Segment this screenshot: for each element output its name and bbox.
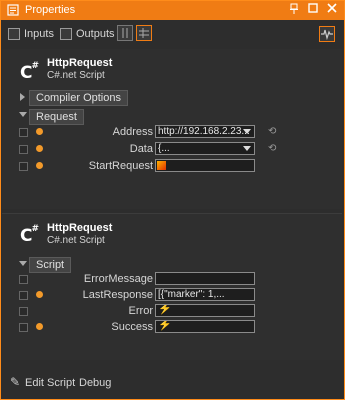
chevron-down-icon — [243, 129, 251, 134]
expose-checkbox[interactable] — [19, 145, 28, 154]
node-panel-script: C# HttpRequest C#.net Script Script Erro… — [2, 213, 342, 360]
inputs-label: Inputs — [24, 28, 54, 40]
edit-script-link[interactable]: Edit Script — [25, 377, 75, 389]
input-port-dot[interactable] — [36, 145, 43, 152]
expose-checkbox[interactable] — [19, 323, 28, 332]
expose-checkbox[interactable] — [19, 291, 28, 300]
columns-icon — [122, 28, 128, 38]
property-row-success: Success ⚡ — [2, 320, 342, 334]
expand-compiler-icon[interactable] — [20, 93, 25, 101]
script-section[interactable]: Script — [29, 257, 72, 273]
csharp-icon: C# — [20, 224, 40, 246]
success-event-field[interactable]: ⚡ — [155, 320, 255, 333]
address-dropdown[interactable]: http://192.168.2.23... — [155, 125, 255, 138]
outputs-toggle[interactable]: Outputs — [60, 26, 115, 42]
debug-monitor-button[interactable] — [319, 26, 335, 42]
lightning-icon: ⚡ — [158, 320, 172, 331]
title-bar[interactable]: Properties — [1, 1, 344, 20]
outputs-label: Outputs — [76, 28, 115, 40]
last-response-field[interactable]: [{"marker": 1,... — [155, 288, 255, 301]
property-row-startrequest: StartRequest — [2, 159, 342, 173]
property-label: Error — [128, 305, 153, 317]
reset-icon[interactable]: ⟲ — [268, 126, 276, 137]
debug-link[interactable]: Debug — [79, 377, 111, 389]
property-row-address: Address http://192.168.2.23... ⟲ — [2, 125, 342, 139]
lightning-icon: ⚡ — [158, 304, 172, 315]
outputs-icon — [60, 28, 72, 40]
trigger-icon — [157, 161, 166, 170]
property-label: Success — [111, 321, 153, 333]
compiler-options-section[interactable]: Compiler Options — [29, 90, 128, 106]
collapse-script-icon[interactable] — [19, 261, 27, 266]
pin-icon[interactable] — [287, 3, 301, 17]
chevron-down-icon — [243, 146, 251, 151]
csharp-icon: C# — [20, 61, 40, 83]
toolbar: Inputs Outputs — [1, 21, 344, 47]
node-panel-request: C# HttpRequest C#.net Script Compiler Op… — [2, 49, 342, 209]
property-row-errormessage: ErrorMessage — [2, 272, 342, 286]
start-request-trigger[interactable] — [155, 159, 255, 172]
output-port-dot[interactable] — [36, 291, 43, 298]
expose-checkbox[interactable] — [19, 307, 28, 316]
node-subtitle: C#.net Script — [47, 235, 105, 246]
property-label: Data — [129, 143, 153, 155]
output-port-dot[interactable] — [36, 323, 43, 330]
window-title: Properties — [25, 4, 76, 16]
grid-icon — [139, 28, 149, 38]
properties-window: Properties Inputs Outputs C# HttpRequest… — [0, 0, 345, 400]
property-label: ErrorMessage — [83, 273, 153, 285]
reset-icon[interactable]: ⟲ — [268, 143, 276, 154]
grid-view-button[interactable] — [136, 25, 152, 41]
inputs-toggle[interactable]: Inputs — [8, 26, 54, 42]
node-title: HttpRequest — [47, 222, 113, 234]
expose-checkbox[interactable] — [19, 128, 28, 137]
address-value: http://192.168.2.23... — [158, 126, 250, 137]
property-row-lastresponse: LastResponse [{"marker": 1,... — [2, 288, 342, 302]
columns-view-button[interactable] — [117, 25, 133, 41]
node-subtitle: C#.net Script — [47, 70, 105, 81]
property-label: Address — [112, 126, 153, 138]
pencil-icon: ✎ — [10, 375, 21, 389]
data-dropdown[interactable]: {... — [155, 142, 255, 155]
property-row-data: Data {... ⟲ — [2, 142, 342, 156]
input-port-dot[interactable] — [36, 162, 43, 169]
error-event-field[interactable]: ⚡ — [155, 304, 255, 317]
property-label: LastResponse — [82, 289, 153, 301]
property-row-error: Error ⚡ — [2, 304, 342, 318]
properties-icon — [7, 4, 19, 16]
inputs-icon — [8, 28, 20, 40]
data-value: {... — [158, 143, 170, 154]
input-port-dot[interactable] — [36, 128, 43, 135]
expose-checkbox[interactable] — [19, 162, 28, 171]
last-response-value: [{"marker": 1,... — [158, 289, 225, 300]
error-message-field[interactable] — [155, 272, 255, 285]
collapse-request-icon[interactable] — [19, 112, 27, 117]
footer-bar: ✎ Edit Script Debug — [2, 373, 342, 393]
property-label: StartRequest — [88, 160, 153, 172]
node-title: HttpRequest — [47, 57, 113, 69]
close-icon[interactable] — [325, 3, 339, 17]
signal-icon — [321, 29, 333, 41]
maximize-icon[interactable] — [306, 3, 320, 17]
expose-checkbox[interactable] — [19, 275, 28, 284]
request-section[interactable]: Request — [29, 109, 84, 125]
